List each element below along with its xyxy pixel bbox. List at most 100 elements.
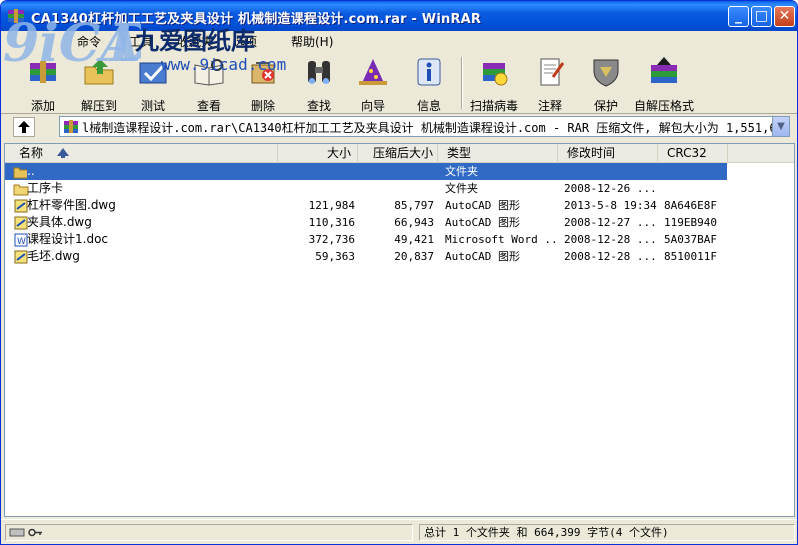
delete-icon (251, 62, 275, 84)
table-row[interactable]: 杠杆零件图.dwg 121,984 85,797 AutoCAD 图形 2013… (5, 197, 794, 214)
minimize-button[interactable]: _ (728, 6, 749, 27)
row-packed: 49,421 (394, 233, 434, 246)
col-size[interactable]: 大小 (278, 144, 358, 162)
address-bar: l械制造课程设计.com.rar\CA1340杠杆加工工艺及夹具设计 机械制造课… (1, 114, 797, 140)
close-button[interactable]: ✕ (774, 6, 795, 27)
add-button[interactable]: 添加 (13, 57, 73, 113)
view-label: 查看 (196, 99, 221, 113)
virus-scan-label: 扫描病毒 (469, 99, 518, 113)
svg-text:W: W (17, 237, 26, 247)
test-button[interactable]: 测试 (123, 57, 183, 113)
file-list[interactable]: 名称 大小 压缩后大小 类型 修改时间 CRC32 .. 文件夹 工序卡 文件夹… (4, 143, 795, 517)
find-button[interactable]: 查找 (289, 57, 349, 113)
extract-to-button[interactable]: 解压到 (69, 57, 129, 113)
view-book-icon (194, 59, 224, 86)
protect-button[interactable]: 保护 (576, 57, 636, 113)
table-row[interactable]: .. 文件夹 (5, 163, 727, 180)
row-name: 课程设计1.doc (27, 232, 109, 246)
col-packed[interactable]: 压缩后大小 (358, 144, 438, 162)
row-name: 杠杆零件图.dwg (27, 198, 116, 212)
menu-help[interactable]: 帮助(H) (291, 33, 333, 50)
row-modified: 2013-5-8 19:34 (564, 199, 657, 212)
rar-file-icon (64, 120, 78, 133)
row-name: 工序卡 (27, 181, 64, 195)
menu-favorites[interactable]: 收藏夹 (177, 33, 213, 50)
sfx-button[interactable]: 自解压格式 (634, 57, 695, 113)
shield-icon (593, 59, 619, 87)
row-modified (564, 163, 658, 180)
up-folder-button[interactable] (13, 117, 35, 137)
comment-label: 注释 (537, 99, 562, 113)
title-bar[interactable]: CA1340杠杆加工工艺及夹具设计 机械制造课程设计.com.rar - Win… (1, 1, 797, 31)
add-archive-icon (30, 61, 56, 83)
comment-button[interactable]: 注释 (520, 57, 580, 113)
status-summary: 总计 1 个文件夹 和 664,399 字节(4 个文件) (419, 524, 795, 541)
menu-options[interactable]: 选项 (233, 33, 257, 50)
toolbar: 添加 解压到 测试 查看 删除 查找 向导 信息 扫描病毒 注释 保护 自解压格… (1, 51, 797, 114)
row-size: 110,316 (308, 216, 355, 229)
delete-button[interactable]: 删除 (233, 57, 293, 113)
wizard-button[interactable]: 向导 (343, 57, 403, 113)
binoculars-icon (308, 61, 330, 84)
chevron-down-icon[interactable]: ▼ (772, 117, 789, 136)
col-modified[interactable]: 修改时间 (558, 144, 658, 162)
path-combobox[interactable]: l械制造课程设计.com.rar\CA1340杠杆加工工艺及夹具设计 机械制造课… (59, 116, 790, 137)
add-label: 添加 (30, 99, 55, 113)
extract-folder-icon (84, 59, 114, 85)
row-size: 121,984 (308, 199, 355, 212)
row-size: 372,736 (308, 233, 355, 246)
row-packed (358, 180, 434, 197)
toolbar-separator (461, 57, 463, 109)
virus-scan-icon (483, 63, 508, 86)
test-check-icon (139, 62, 167, 84)
path-text: l械制造课程设计.com.rar\CA1340杠杆加工工艺及夹具设计 机械制造课… (82, 121, 790, 135)
maximize-button[interactable]: □ (751, 6, 772, 27)
col-crc[interactable]: CRC32 (658, 144, 728, 162)
row-modified: 2008-12-28 ... (564, 250, 657, 263)
up-arrow-icon (18, 121, 30, 133)
row-modified: 2008-12-27 ... (564, 216, 657, 229)
col-name[interactable]: 名称 (5, 144, 278, 162)
table-row[interactable]: 毛坯.dwg 59,363 20,837 AutoCAD 图形 2008-12-… (5, 248, 794, 265)
menu-bar: 命令 工具 收藏夹 选项 帮助(H) (1, 31, 797, 51)
table-row[interactable]: 工序卡 文件夹 2008-12-26 ... (5, 180, 794, 197)
comment-icon (540, 58, 565, 86)
view-button[interactable]: 查看 (179, 57, 239, 113)
row-packed (358, 163, 434, 180)
wizard-label: 向导 (360, 99, 385, 113)
row-name: .. (27, 163, 277, 180)
col-type[interactable]: 类型 (438, 144, 558, 162)
row-type: AutoCAD 图形 (445, 199, 520, 212)
row-name: 夹具体.dwg (27, 215, 92, 229)
test-label: 测试 (140, 99, 165, 113)
sfx-label: 自解压格式 (634, 99, 695, 113)
sfx-archive-icon (651, 57, 677, 83)
row-crc (664, 180, 724, 197)
window-title: CA1340杠杆加工工艺及夹具设计 机械制造课程设计.com.rar - Win… (31, 12, 482, 27)
row-size (280, 180, 355, 197)
row-crc (664, 163, 724, 180)
table-row[interactable]: 夹具体.dwg 110,316 66,943 AutoCAD 图形 2008-1… (5, 214, 794, 231)
status-bar: 总计 1 个文件夹 和 664,399 字节(4 个文件) (1, 519, 797, 544)
row-type: Microsoft Word ... (445, 233, 557, 246)
row-type: AutoCAD 图形 (445, 216, 520, 229)
row-modified: 2008-12-26 ... (564, 182, 657, 195)
menu-command[interactable]: 命令 (77, 33, 101, 50)
menu-tools[interactable]: 工具 (129, 33, 153, 50)
info-icon (417, 58, 441, 86)
winrar-window: CA1340杠杆加工工艺及夹具设计 机械制造课程设计.com.rar - Win… (0, 0, 798, 545)
row-type: 文件夹 (445, 163, 557, 180)
wizard-hat-icon (359, 59, 387, 85)
protect-label: 保护 (593, 99, 618, 113)
status-left-pane (5, 524, 413, 541)
winrar-app-icon (8, 9, 24, 23)
drive-key-icon[interactable] (9, 527, 43, 538)
virus-scan-button[interactable]: 扫描病毒 (464, 57, 524, 113)
table-row[interactable]: W 课程设计1.doc 372,736 49,421 Microsoft Wor… (5, 231, 794, 248)
row-packed: 85,797 (394, 199, 434, 212)
column-header: 名称 大小 压缩后大小 类型 修改时间 CRC32 (5, 144, 794, 163)
row-packed: 20,837 (394, 250, 434, 263)
row-crc: 119EB940 (664, 216, 717, 229)
info-button[interactable]: 信息 (399, 57, 459, 113)
row-size: 59,363 (315, 250, 355, 263)
